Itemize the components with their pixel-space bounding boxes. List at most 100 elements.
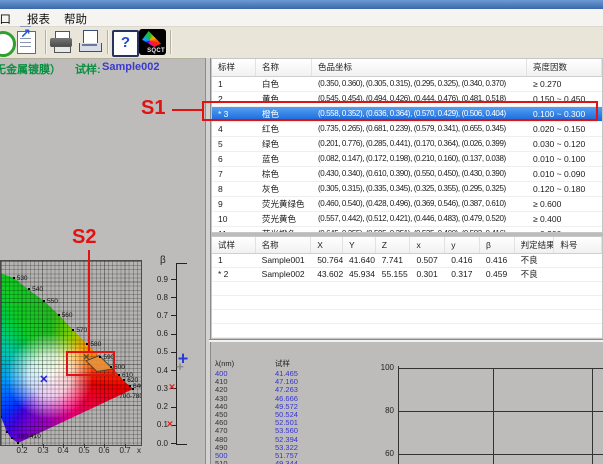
col-sample-name[interactable]: 名称 [256,237,312,253]
chart-gridline [398,368,603,369]
part-number [554,254,602,267]
sample-Z: 55.155 [376,268,411,281]
sample-x: 0.507 [410,254,445,267]
locus-dot [123,379,125,381]
annotation-s1-box [202,101,598,121]
col-judgment[interactable]: 判定结果 [515,237,555,253]
sample-Z: 7.741 [376,254,411,267]
standard-id: 4 [212,122,256,136]
sample-beta: 0.459 [480,268,515,281]
col-sample-id[interactable]: 试样 [212,237,256,253]
sample001-beta-marker: + [176,360,184,373]
judgment-result: 不良 [515,268,555,281]
annotation-s1: S1 [141,97,165,120]
col-standard-name[interactable]: 名称 [256,59,312,76]
menu-item-reports[interactable]: 报表 [27,11,50,27]
standard-name: 绿色 [256,137,312,151]
standard-coords: (0.350, 0.360), (0.305, 0.315), (0.295, … [312,77,527,91]
menu-bar: 窗口 报表 帮助 [0,9,603,27]
print-button[interactable] [49,29,76,56]
beta-tick [171,443,176,444]
annotation-s2-line [88,250,90,351]
col-Y[interactable]: Y [343,237,376,253]
col-x[interactable]: x [410,237,445,253]
chart-ytick-100: 100 [366,363,394,372]
standard-coords: (0.430, 0.340), (0.610, 0.390), (0.550, … [312,167,527,181]
print-preview-button[interactable] [77,29,104,56]
luminance-factor: 0.020 ~ 0.150 [527,122,602,136]
locus-label-540: 540 [32,286,43,293]
standard-name: 棕色 [256,167,312,181]
col-y[interactable]: y [445,237,480,253]
x-axis-tick-label: 0.6 [95,446,113,455]
col-part-number[interactable]: 料号 [554,237,602,253]
toolbar-separator [45,30,47,54]
menu-item-window[interactable]: 窗口 [0,11,11,27]
standards-row[interactable]: 10荧光黄色(0.557, 0.442), (0.512, 0.421), (0… [212,212,602,227]
sample-X: 43.602 [311,268,343,281]
sample-y: 0.416 [445,254,480,267]
standards-row[interactable]: 9荧光黄绿色(0.460, 0.540), (0.428, 0.496), (0… [212,197,602,212]
locus-dot [11,437,13,439]
luminance-factor: 0.120 ~ 0.180 [527,182,602,196]
x-axis-tick-label: 0.4 [54,446,72,455]
col-standard-id[interactable]: 标样 [212,59,256,76]
standard-id: 5 [212,137,256,151]
standard-id: 8 [212,182,256,196]
sample002-marker: × [40,371,48,385]
locus-label-570: 570 [76,327,87,334]
standard-id: 7 [212,167,256,181]
standard-name: 白色 [256,77,312,91]
spectral-row[interactable]: 510 49.344 [213,460,373,464]
reflectance-value: 49.344 [275,460,298,464]
standard-coords: (0.645, 0.355), (0.595, 0.351), (0.535, … [312,227,527,233]
help-button[interactable]: ? [111,29,138,56]
standards-table: 标样 名称 色品坐标 亮度因数 1白色(0.350, 0.360), (0.30… [211,58,603,233]
standard-coords: (0.557, 0.442), (0.512, 0.421), (0.446, … [312,212,527,226]
chart-gridline [493,368,494,464]
toolbar-separator [170,30,172,54]
col-X[interactable]: X [311,237,343,253]
beta-tick-label: 0.0 [142,439,168,448]
beta-tick [171,407,176,408]
col-beta[interactable]: β [480,237,515,253]
title-bar[interactable] [0,0,603,9]
sample-row[interactable]: 1Sample00150.76441.6407.7410.5070.4160.4… [212,254,602,268]
sample-label: 试样: [75,61,101,77]
standards-row[interactable]: 4红色(0.735, 0.265), (0.681, 0.239), (0.57… [212,122,602,137]
standards-row[interactable]: 11荧光橙色(0.645, 0.355), (0.595, 0.351), (0… [212,227,602,233]
empty-row [212,310,602,324]
sample-y: 0.317 [445,268,480,281]
sample-row[interactable]: * 2Sample00243.60245.93455.1550.3010.317… [212,268,602,282]
chart-y-axis [398,366,399,464]
locus-dot [58,314,60,316]
standards-table-header: 标样 名称 色品坐标 亮度因数 [212,59,602,77]
annotation-s2: S2 [72,226,96,249]
beta-tick-label: 0.1 [142,420,168,429]
locus-dot [72,329,74,331]
beta-axis-label: β [160,255,166,266]
sample-name: Sample002 [256,268,312,281]
chart-gridline [398,454,603,455]
sample-Y: 45.934 [343,268,376,281]
standards-row[interactable]: 5绿色(0.201, 0.776), (0.285, 0.441), (0.17… [212,137,602,152]
report-icon: ↗ [17,31,36,54]
standards-row[interactable]: 6蓝色(0.082, 0.147), (0.172, 0.198), (0.21… [212,152,602,167]
standards-row[interactable]: 1白色(0.350, 0.360), (0.305, 0.315), (0.29… [212,77,602,92]
standards-row[interactable]: 7棕色(0.430, 0.340), (0.610, 0.390), (0.55… [212,167,602,182]
sqct-button[interactable]: SQCT [139,29,166,56]
standard-name: 红色 [256,122,312,136]
export-report-button[interactable]: ↗ [14,29,41,56]
beta-lower-limit-marker: × [167,419,173,430]
col-luminance-factor[interactable]: 亮度因数 [527,59,602,76]
standards-row[interactable]: 8灰色(0.305, 0.315), (0.335, 0.345), (0.32… [212,182,602,197]
annotation-s1-line [172,109,202,111]
menu-item-help[interactable]: 帮助 [64,11,87,27]
col-chromaticity[interactable]: 色品坐标 [312,59,527,76]
col-Z[interactable]: Z [376,237,411,253]
luminance-factor: 0.010 ~ 0.090 [527,167,602,181]
standard-coords: (0.305, 0.315), (0.335, 0.345), (0.325, … [312,182,527,196]
wavelength-value: 510 [215,460,228,464]
sample-id: 1 [212,254,256,267]
luminance-factor: ≥ 0.400 [527,212,602,226]
